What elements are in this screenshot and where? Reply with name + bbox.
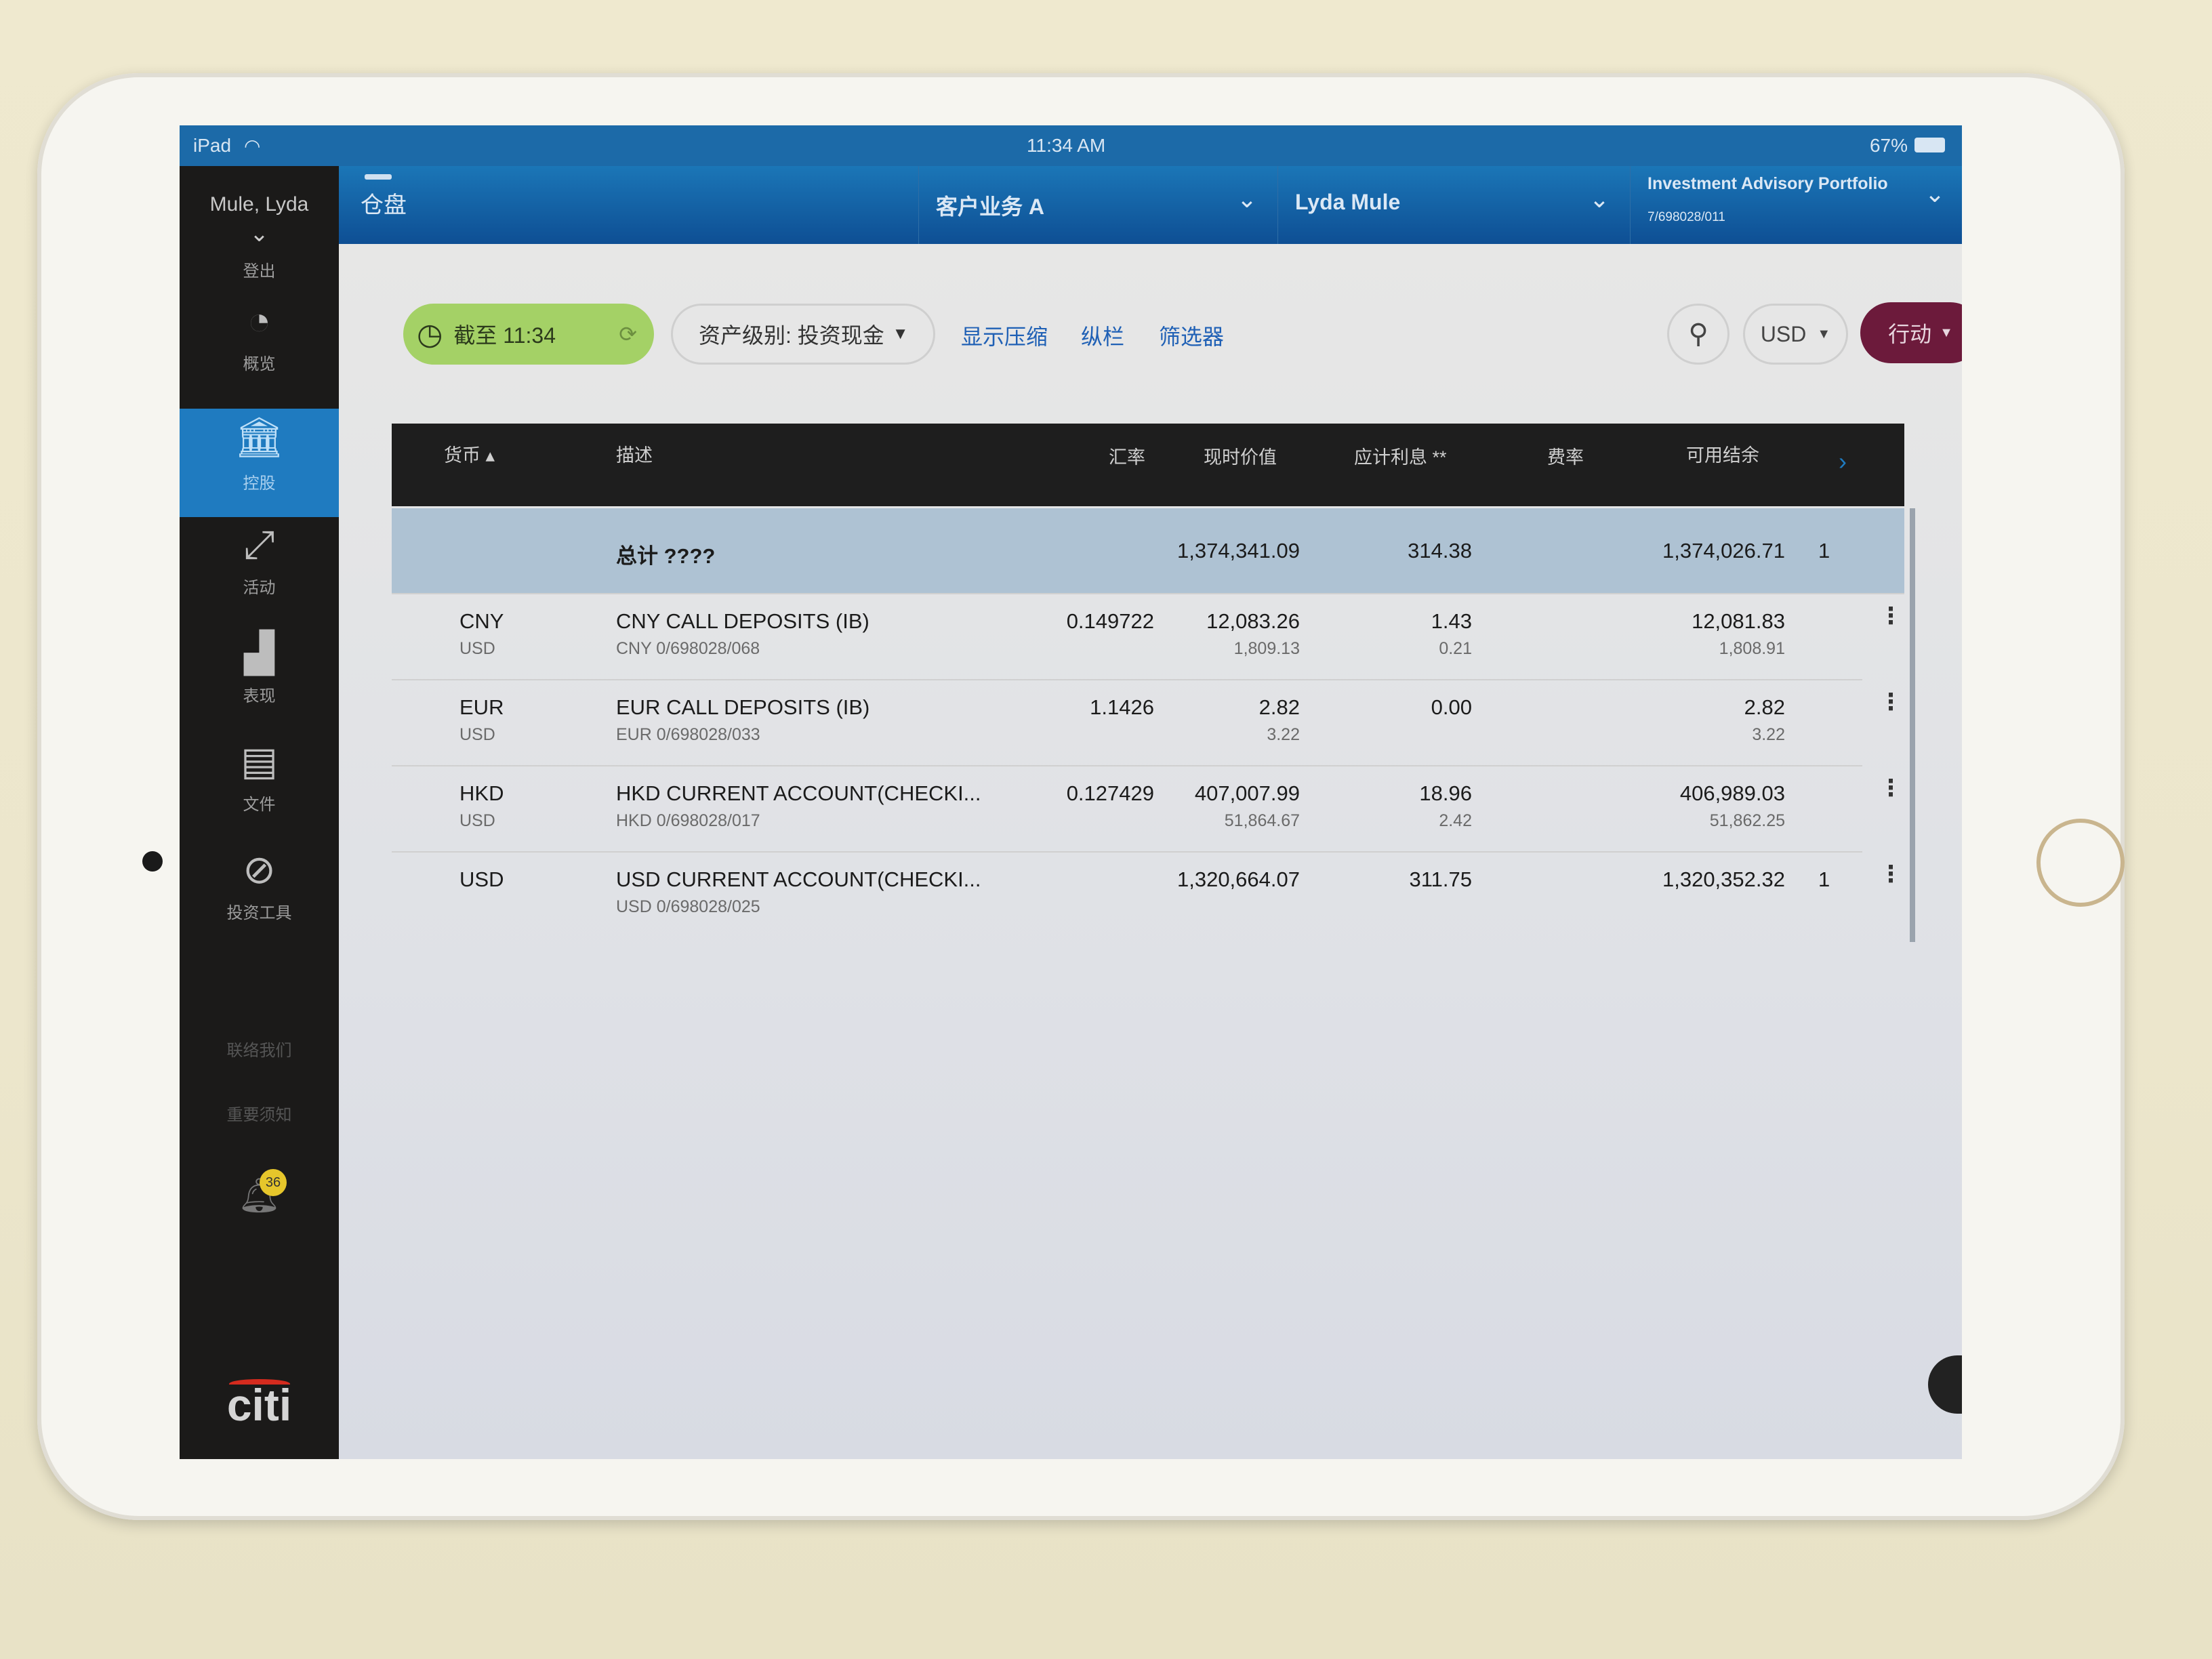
sidebar-item-performance[interactable]: ▟ 表现 (180, 634, 339, 735)
header-bar: 仓盘 客户业务 A ⌄ Lyda Mule ⌄ Investment Advis… (339, 166, 1962, 244)
search-icon: ⚲ (1688, 319, 1708, 349)
filter-link[interactable]: 筛选器 (1159, 320, 1224, 351)
client-selector[interactable]: Lyda Mule ⌄ (1277, 166, 1630, 244)
col-market-value[interactable]: 现时价值 (1204, 443, 1277, 469)
col-available[interactable]: 可用结余 (1686, 441, 1759, 467)
table-row[interactable]: USD USD CURRENT ACCOUNT(CHECKI... USD 0/6… (392, 853, 1902, 939)
important-notice-link[interactable]: 重要须知 (180, 1101, 339, 1125)
caret-down-icon: ▼ (1940, 325, 1953, 340)
table-row[interactable]: CNY USD CNY CALL DEPOSITS (IB) CNY 0/69802… (392, 594, 1902, 680)
chevron-right-icon[interactable]: › (1839, 447, 1847, 476)
page-title: 仓盘 (361, 192, 407, 218)
notification-badge: 36 (260, 1169, 287, 1196)
table-header: 货币 ▴ 描述 汇率 现时价值 应计利息 ** 费率 可用结余 › (392, 424, 1904, 506)
compass-icon: ⊘ (243, 848, 276, 892)
sidebar-item-activity[interactable]: ⤢ 活动 (180, 525, 339, 627)
chevron-down-icon: ⌄ (1924, 180, 1945, 207)
bar-chart-icon: ▟ (244, 631, 274, 675)
status-bar: iPad ◠ 11:34 AM 67% (180, 125, 1962, 166)
caret-down-icon: ▼ (1817, 326, 1831, 342)
more-icon[interactable]: ⋮ (1879, 861, 1902, 888)
chevron-down-icon: ⌄ (1236, 185, 1257, 213)
show-compressed-link[interactable]: 显示压缩 (961, 320, 1048, 351)
notifications-button[interactable]: 🔔︎ 36 (180, 1169, 339, 1223)
columns-link[interactable]: 纵栏 (1081, 320, 1124, 351)
as-of-button[interactable]: ◷ 截至 11:34 ⟳ (403, 304, 654, 365)
battery-percent: 67% (1869, 135, 1908, 156)
user-name: Mule, Lyda (209, 193, 309, 216)
device-label: iPad (193, 135, 232, 156)
refresh-icon: ⟳ (619, 322, 637, 346)
sidebar: Mule, Lyda ⌄ 登出 ◔ 概览 🏛 控股 ⤢ 活动 ▟ 表现 ▤ 文件 ⊘ 投资工… (180, 166, 339, 1459)
home-button[interactable] (2036, 819, 2125, 907)
more-icon[interactable]: ⋮ (1879, 775, 1902, 802)
sidebar-item-holdings[interactable]: 🏛 控股 (180, 409, 339, 517)
contact-us-link[interactable]: 联络我们 (180, 1037, 339, 1061)
more-icon[interactable]: ⋮ (1879, 689, 1902, 716)
citi-logo: citi (226, 1379, 292, 1430)
camera (142, 851, 163, 872)
search-button[interactable]: ⚲ (1667, 304, 1729, 365)
asset-class-dropdown[interactable]: 资产级别: 投资现金 ▼ (671, 304, 935, 365)
gauge-icon: ◔ (247, 299, 272, 343)
wifi-icon: ◠ (244, 136, 261, 157)
sidebar-item-documents[interactable]: ▤ 文件 (180, 742, 339, 844)
table-row[interactable]: HKD USD HKD CURRENT ACCOUNT(CHECKI... HKD … (392, 766, 1902, 853)
sidebar-item-tools[interactable]: ⊘ 投资工具 (180, 851, 339, 952)
battery-icon (1914, 138, 1945, 152)
chevron-down-icon[interactable]: ⌄ (180, 220, 339, 247)
chevron-down-icon: ⌄ (1589, 185, 1610, 213)
col-accrued[interactable]: 应计利息 ** (1354, 443, 1447, 469)
bank-icon: 🏛 (234, 415, 285, 459)
caret-down-icon: ▼ (892, 325, 909, 343)
clock: 11:34 AM (1027, 135, 1106, 156)
currency-dropdown[interactable]: USD ▼ (1743, 304, 1848, 365)
col-description[interactable]: 描述 (616, 441, 653, 467)
business-selector[interactable]: 客户业务 A ⌄ (918, 166, 1277, 244)
action-button[interactable]: 行动 ▼ (1860, 302, 1962, 363)
document-lock-icon: ▤ (241, 739, 278, 783)
handle-icon (365, 174, 392, 180)
clock-icon: ◷ (417, 317, 443, 351)
logout-link[interactable]: 登出 (180, 258, 339, 281)
col-rate[interactable]: 汇率 (1109, 443, 1145, 469)
holdings-panel: ◷ 截至 11:34 ⟳ 资产级别: 投资现金 ▼ 显示压缩 纵栏 筛选器 ⚲ US… (339, 244, 1962, 1459)
col-currency[interactable]: 货币 ▴ (444, 441, 495, 467)
total-row: 总计 ???? 1,374,341.09 314.38 1,374,026.71… (392, 508, 1904, 594)
more-icon[interactable]: ⋮ (1879, 602, 1902, 630)
table-row[interactable]: EUR USD EUR CALL DEPOSITS (IB) EUR 0/69802… (392, 680, 1902, 766)
sidebar-item-overview[interactable]: ◔ 概览 (180, 295, 339, 396)
scrollbar[interactable] (1910, 508, 1915, 942)
col-fee[interactable]: 费率 (1547, 443, 1584, 469)
arrows-icon: ⤢ (243, 523, 275, 567)
screen: iPad ◠ 11:34 AM 67% Mule, Lyda ⌄ 登出 ◔ 概览 … (180, 125, 1962, 1459)
portfolio-selector[interactable]: Investment Advisory Portfolio 7/698028/0… (1630, 166, 1962, 244)
summary-button[interactable]: 摘要 (1928, 1355, 1962, 1414)
